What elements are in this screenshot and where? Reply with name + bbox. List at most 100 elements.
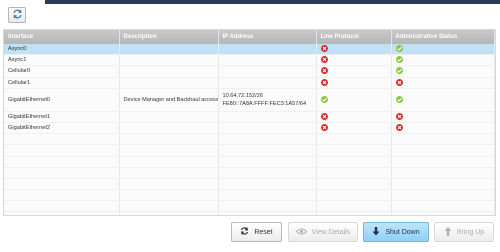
table-row[interactable]: GigabitEthernet2 — [4, 122, 495, 135]
empty-cell — [316, 167, 392, 179]
empty-cell — [316, 133, 392, 146]
empty-cell — [119, 144, 219, 157]
status-down-icon — [395, 124, 403, 132]
interfaces-grid: Interface Description IP Address Line Pr… — [3, 29, 496, 216]
ip-address-cell — [218, 122, 317, 135]
administrative-status-cell — [391, 122, 495, 135]
empty-cell — [4, 178, 120, 191]
ip-address-cell — [218, 111, 317, 123]
empty-cell — [391, 144, 495, 157]
empty-cell — [218, 178, 317, 191]
reset-icon — [240, 227, 249, 237]
shut-down-button[interactable]: Shut Down — [363, 222, 429, 242]
column-header-description[interactable]: Description — [119, 30, 219, 44]
refresh-button[interactable] — [8, 7, 26, 23]
interface-cell: Cellular0 — [4, 65, 120, 78]
description-cell — [119, 54, 219, 67]
empty-cell — [119, 189, 219, 202]
status-up-icon — [395, 45, 403, 53]
empty-cell — [391, 167, 495, 179]
empty-cell — [316, 189, 392, 202]
empty-cell — [119, 200, 219, 213]
administrative-status-cell — [391, 54, 495, 67]
column-header-line-protocol[interactable]: Line Protocol — [316, 30, 392, 44]
empty-cell — [119, 156, 219, 168]
interface-cell: Async0 — [4, 44, 120, 56]
empty-cell — [391, 156, 495, 168]
eye-icon — [295, 228, 308, 237]
description-cell — [119, 111, 219, 123]
description-cell — [119, 44, 219, 56]
empty-cell — [391, 178, 495, 191]
table-body: Async0 Async1 Cellular0 Cellular1 GigabitEth… — [4, 44, 495, 215]
empty-cell — [316, 156, 392, 168]
administrative-status-cell — [391, 77, 495, 89]
column-header-interface[interactable]: Interface — [4, 30, 120, 44]
empty-cell — [218, 156, 317, 168]
line-protocol-cell — [316, 111, 392, 123]
line-protocol-cell — [316, 54, 392, 67]
empty-cell — [316, 144, 392, 157]
column-header-ip-address[interactable]: IP Address — [218, 30, 317, 44]
view-details-label: View Details — [311, 228, 351, 236]
empty-cell — [391, 211, 495, 215]
line-protocol-cell — [316, 88, 392, 112]
empty-cell — [316, 211, 392, 215]
empty-row — [4, 167, 495, 179]
empty-cell — [218, 211, 317, 215]
empty-cell — [119, 133, 219, 146]
empty-cell — [4, 133, 120, 146]
reset-button[interactable]: Reset — [231, 222, 282, 242]
refresh-icon — [12, 6, 23, 24]
table-row[interactable]: Cellular1 — [4, 77, 495, 89]
ip-address-cell — [218, 77, 317, 89]
shut-down-label: Shut Down — [385, 228, 420, 236]
table-row[interactable]: GigabitEthernet0 Device Manager and Backh… — [4, 88, 495, 112]
empty-cell — [218, 167, 317, 179]
administrative-status-cell — [391, 111, 495, 123]
interface-cell: Cellular1 — [4, 77, 120, 89]
status-up-icon — [395, 95, 403, 103]
empty-cell — [391, 189, 495, 202]
ip-address-line: FE80::7A8A:FFFF:FEC3:1A57/64 — [222, 100, 307, 107]
empty-cell — [119, 178, 219, 191]
status-down-icon — [395, 112, 403, 120]
column-header-administrative-status[interactable]: Administrative Status — [391, 30, 495, 44]
table-row[interactable]: Cellular0 — [4, 65, 495, 78]
interface-cell: Async1 — [4, 54, 120, 67]
ip-address-cell — [218, 54, 317, 67]
empty-cell — [218, 133, 317, 146]
table-row[interactable]: Async0 — [4, 44, 495, 56]
empty-cell — [4, 200, 120, 213]
ip-address-cell — [218, 44, 317, 56]
description-cell — [119, 65, 219, 78]
line-protocol-cell — [316, 65, 392, 78]
bring-up-button[interactable]: Bring Up — [434, 222, 494, 242]
reset-label: Reset — [254, 228, 273, 236]
empty-cell — [119, 167, 219, 179]
status-up-icon — [395, 67, 403, 75]
status-down-icon — [320, 67, 328, 75]
interface-cell: GigabitEthernet2 — [4, 122, 120, 135]
table-row[interactable]: Async1 — [4, 54, 495, 67]
empty-cell — [119, 211, 219, 215]
empty-cell — [4, 189, 120, 202]
empty-cell — [4, 156, 120, 168]
empty-cell — [316, 178, 392, 191]
empty-cell — [316, 200, 392, 213]
empty-row — [4, 211, 495, 215]
empty-cell — [4, 211, 120, 215]
empty-cell — [4, 144, 120, 157]
administrative-status-cell — [391, 65, 495, 78]
description-cell — [119, 77, 219, 89]
empty-cell — [391, 200, 495, 213]
administrative-status-cell — [391, 44, 495, 56]
table-row[interactable]: GigabitEthernet1 — [4, 111, 495, 123]
top-bar-notch — [0, 0, 45, 4]
status-up-icon — [320, 95, 328, 103]
table-header-row: Interface Description IP Address Line Pr… — [4, 30, 495, 44]
view-details-button[interactable]: View Details — [288, 222, 358, 242]
interface-cell: GigabitEthernet1 — [4, 111, 120, 123]
empty-cell — [4, 167, 120, 179]
description-cell — [119, 122, 219, 135]
